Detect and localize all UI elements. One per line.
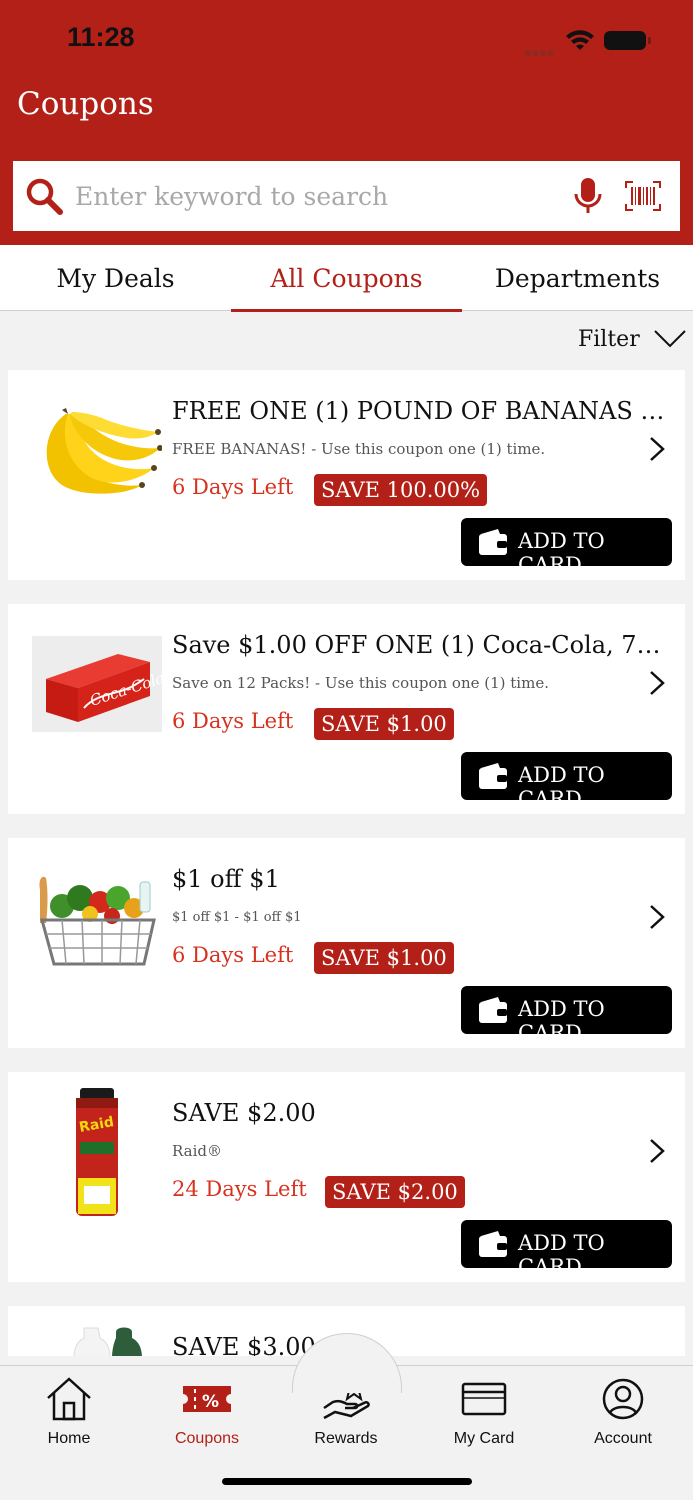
coupon-title: SAVE $2.00 — [172, 1099, 316, 1127]
coupon-icon: % — [183, 1386, 231, 1412]
microphone-icon[interactable] — [573, 176, 603, 216]
account-icon — [602, 1378, 644, 1420]
days-left: 24 Days Left — [172, 1177, 307, 1201]
search-input[interactable] — [75, 176, 545, 216]
home-indicator — [222, 1478, 472, 1485]
nav-my-card-label: My Card — [453, 1430, 515, 1447]
save-badge: SAVE $1.00 — [314, 942, 454, 974]
nav-account[interactable]: Account — [554, 1376, 692, 1456]
save-badge: SAVE $2.00 — [325, 1176, 465, 1208]
coupon-tabs: My Deals All Coupons Departments — [0, 245, 693, 312]
wallet-icon — [479, 997, 507, 1023]
wifi-icon — [566, 30, 594, 50]
days-left: 6 Days Left — [172, 709, 294, 733]
chevron-right-icon[interactable] — [648, 670, 666, 696]
search-bar — [13, 161, 680, 231]
coupon-subtitle: Raid® — [172, 1142, 222, 1160]
nav-account-label: Account — [594, 1430, 652, 1447]
days-left: 6 Days Left — [172, 475, 294, 499]
add-to-card-label: ADD TO CARD — [518, 529, 605, 577]
days-left: 6 Days Left — [172, 943, 294, 967]
wallet-icon — [479, 1231, 507, 1257]
chevron-right-icon[interactable] — [648, 436, 666, 462]
coupon-card[interactable]: $1 off $1 $1 off $1 - $1 off $1 6 Days L… — [8, 838, 685, 1048]
save-badge: SAVE $1.00 — [314, 708, 454, 740]
barcode-scan-icon[interactable] — [625, 181, 661, 211]
coupon-subtitle: Save on 12 Packs! - Use this coupon one … — [172, 674, 549, 692]
coupon-title: Save $1.00 OFF ONE (1) Coca-Cola, 7up, o… — [172, 631, 672, 659]
cellular-signal-icon: ●●●● — [524, 44, 555, 60]
home-icon — [47, 1377, 91, 1421]
active-tab-indicator — [231, 309, 462, 312]
nav-my-card[interactable]: My Card — [415, 1376, 553, 1456]
battery-icon — [604, 31, 651, 50]
coupon-card[interactable]: Raid SAVE $2.00 Raid® 24 Days Left SAVE … — [8, 1072, 685, 1282]
grocery-basket-image — [39, 876, 156, 966]
filter-label: Filter — [578, 326, 640, 352]
coupon-subtitle: $1 off $1 - $1 off $1 — [172, 910, 302, 925]
coca-cola-image: Coca-Cola — [32, 636, 162, 732]
search-icon[interactable] — [25, 177, 63, 215]
nav-home-label: Home — [47, 1430, 91, 1447]
nav-coupons-label: Coupons — [174, 1430, 240, 1447]
app-header: 11:28 ●●●● Coupons — [0, 0, 693, 245]
add-to-card-label: ADD TO CARD — [518, 997, 605, 1045]
bottles-image — [73, 1327, 142, 1356]
chevron-right-icon[interactable] — [648, 904, 666, 930]
wallet-icon — [479, 529, 507, 555]
status-indicators: ●●●● — [524, 28, 654, 60]
coupon-title: FREE ONE (1) POUND OF BANANAS (USE 1... — [172, 397, 672, 425]
coupon-subtitle: FREE BANANAS! - Use this coupon one (1) … — [172, 440, 546, 458]
tab-my-deals[interactable]: My Deals — [0, 245, 231, 311]
coupon-title: $1 off $1 — [172, 865, 280, 893]
raid-spray-image: Raid — [76, 1088, 118, 1216]
add-to-card-label: ADD TO CARD — [518, 763, 605, 811]
page-title: Coupons — [17, 86, 154, 122]
tab-all-coupons[interactable]: All Coupons — [231, 245, 462, 311]
svg-text:%: % — [202, 1392, 219, 1412]
save-badge: SAVE 100.00% — [314, 474, 488, 506]
add-to-card-label: ADD TO CARD — [518, 1231, 605, 1279]
nav-home[interactable]: Home — [0, 1376, 138, 1456]
tab-departments[interactable]: Departments — [462, 245, 693, 311]
bananas-image — [46, 408, 162, 494]
chevron-right-icon[interactable] — [648, 1138, 666, 1164]
add-to-card-button[interactable]: ADD TO CARD — [461, 1220, 672, 1279]
nav-coupons[interactable]: % Coupons — [138, 1376, 276, 1456]
add-to-card-button[interactable]: ADD TO CARD — [461, 518, 672, 577]
wallet-icon — [479, 763, 507, 789]
coupon-card[interactable]: Coca-Cola Save $1.00 OFF ONE (1) Coca-Co… — [8, 604, 685, 814]
coupon-title: SAVE $3.00 — [172, 1333, 316, 1356]
chevron-down-icon — [654, 330, 686, 348]
card-icon — [461, 1382, 507, 1416]
coupon-card[interactable]: FREE ONE (1) POUND OF BANANAS (USE 1... … — [8, 370, 685, 580]
filter-button[interactable]: Filter — [578, 322, 686, 356]
add-to-card-button[interactable]: ADD TO CARD — [461, 752, 672, 811]
add-to-card-button[interactable]: ADD TO CARD — [461, 986, 672, 1045]
status-time: 11:28 — [67, 22, 135, 52]
nav-rewards-label: Rewards — [314, 1430, 378, 1447]
